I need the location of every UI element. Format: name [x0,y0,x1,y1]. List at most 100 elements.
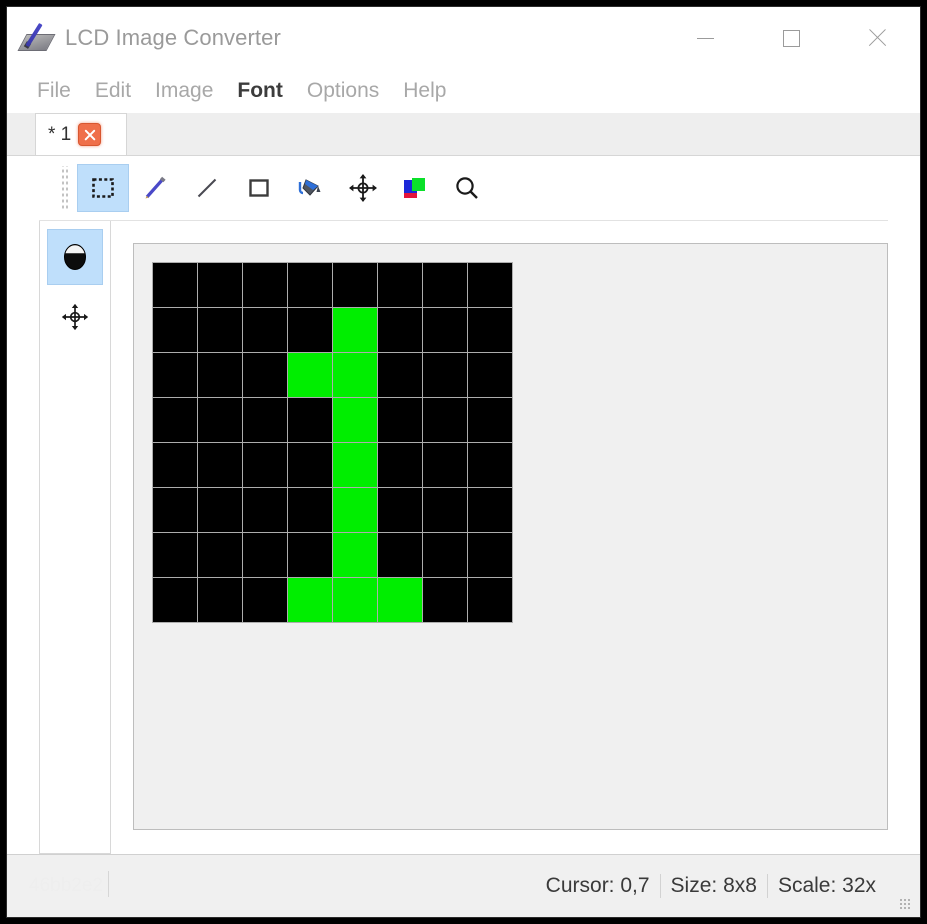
pixel-cell-5-1[interactable] [378,308,422,352]
pixel-cell-3-0[interactable] [288,263,332,307]
select-rect-tool-button[interactable] [77,164,129,212]
dashed-rectangle-icon [88,173,118,203]
pixel-cell-1-0[interactable] [198,263,242,307]
fill-tool-button[interactable] [285,164,337,212]
pixel-cell-1-4[interactable] [198,443,242,487]
status-hash-text: 46bb2e2 [29,871,109,897]
window-controls [662,7,920,69]
pixel-cell-5-2[interactable] [378,353,422,397]
resize-grip-icon[interactable] [899,898,912,911]
pixel-cell-0-0[interactable] [153,263,197,307]
pixel-cell-0-4[interactable] [153,443,197,487]
pixel-cell-5-3[interactable] [378,398,422,442]
maximize-button[interactable] [748,7,834,69]
pixel-cell-2-6[interactable] [243,533,287,577]
pixel-cell-7-0[interactable] [468,263,512,307]
pixel-cell-6-5[interactable] [423,488,467,532]
pixel-cell-1-6[interactable] [198,533,242,577]
canvas-pane[interactable] [133,243,888,830]
pixel-cell-6-3[interactable] [423,398,467,442]
pixel-cell-5-6[interactable] [378,533,422,577]
close-button[interactable] [834,7,920,69]
pixel-cell-2-2[interactable] [243,353,287,397]
pixel-cell-1-2[interactable] [198,353,242,397]
pixel-cell-2-5[interactable] [243,488,287,532]
pixel-cell-1-1[interactable] [198,308,242,352]
tab-close-icon[interactable] [78,123,102,146]
menu-item-image[interactable]: Image [143,75,225,107]
move-tool-button[interactable] [337,164,389,212]
pixel-cell-3-7[interactable] [288,578,332,622]
pixel-cell-3-4[interactable] [288,443,332,487]
minimize-button[interactable] [662,7,748,69]
pixel-cell-6-0[interactable] [423,263,467,307]
pixel-cell-3-3[interactable] [288,398,332,442]
pixel-cell-7-5[interactable] [468,488,512,532]
pixel-cell-1-3[interactable] [198,398,242,442]
menu-item-help[interactable]: Help [391,75,458,107]
pixel-cell-6-6[interactable] [423,533,467,577]
tab-strip: * 1 [7,113,920,156]
pixel-cell-7-7[interactable] [468,578,512,622]
pixel-cell-2-4[interactable] [243,443,287,487]
pixel-cell-2-7[interactable] [243,578,287,622]
drawing-toolbar [39,156,888,221]
pixel-grid[interactable] [152,262,513,623]
pixel-cell-4-2[interactable] [333,353,377,397]
pixel-cell-6-1[interactable] [423,308,467,352]
pixel-cell-3-5[interactable] [288,488,332,532]
line-icon [192,173,222,203]
status-bar: 46bb2e2 Cursor: 0,7 Size: 8x8 Scale: 32x [7,854,920,917]
pixel-cell-0-2[interactable] [153,353,197,397]
pixel-cell-6-7[interactable] [423,578,467,622]
tablet-pen-icon [17,22,56,53]
pixel-cell-0-3[interactable] [153,398,197,442]
pixel-cell-4-6[interactable] [333,533,377,577]
menu-item-file[interactable]: File [25,75,83,107]
pixel-cell-0-6[interactable] [153,533,197,577]
pixel-cell-3-2[interactable] [288,353,332,397]
pixel-cell-4-7[interactable] [333,578,377,622]
pixel-cell-3-1[interactable] [288,308,332,352]
toolbar-drag-handle[interactable] [61,166,69,210]
menu-item-options[interactable]: Options [295,75,391,107]
pixel-cell-4-4[interactable] [333,443,377,487]
title-bar: LCD Image Converter [7,7,920,69]
pixel-cell-5-0[interactable] [378,263,422,307]
pixel-cell-2-0[interactable] [243,263,287,307]
menu-item-edit[interactable]: Edit [83,75,143,107]
zoom-tool-button[interactable] [441,164,493,212]
pixel-cell-0-1[interactable] [153,308,197,352]
pixel-cell-5-5[interactable] [378,488,422,532]
pixel-cell-5-4[interactable] [378,443,422,487]
menu-item-font[interactable]: Font [225,75,294,107]
tab-document-1[interactable]: * 1 [35,113,127,155]
pixel-cell-3-6[interactable] [288,533,332,577]
sidebar-item-shift[interactable] [47,289,103,345]
pixel-cell-4-5[interactable] [333,488,377,532]
pixel-cell-7-4[interactable] [468,443,512,487]
pencil-tool-button[interactable] [129,164,181,212]
pixel-cell-6-2[interactable] [423,353,467,397]
cursor-status: Cursor: 0,7 [545,874,650,897]
pixel-cell-6-4[interactable] [423,443,467,487]
pixel-cell-7-3[interactable] [468,398,512,442]
pixel-cell-2-3[interactable] [243,398,287,442]
pixel-cell-4-3[interactable] [333,398,377,442]
pixel-cell-0-7[interactable] [153,578,197,622]
rectangle-tool-button[interactable] [233,164,285,212]
pixel-cell-7-2[interactable] [468,353,512,397]
pixel-cell-1-7[interactable] [198,578,242,622]
pixel-cell-5-7[interactable] [378,578,422,622]
sidebar-item-color-swatch[interactable] [47,229,103,285]
pixel-cell-1-5[interactable] [198,488,242,532]
line-tool-button[interactable] [181,164,233,212]
pixel-cell-7-1[interactable] [468,308,512,352]
pixel-cell-4-0[interactable] [333,263,377,307]
pixel-cell-4-1[interactable] [333,308,377,352]
pixel-cell-7-6[interactable] [468,533,512,577]
editor-body [7,156,920,854]
color-tool-button[interactable] [389,164,441,212]
pixel-cell-0-5[interactable] [153,488,197,532]
pixel-cell-2-1[interactable] [243,308,287,352]
